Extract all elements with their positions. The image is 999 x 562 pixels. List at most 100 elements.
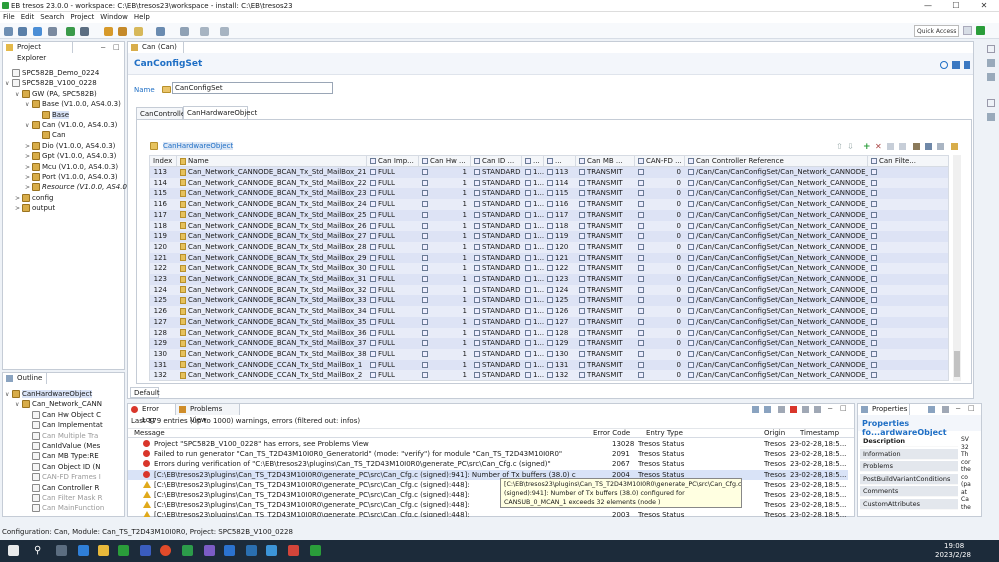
table-cell[interactable]: STANDARD (471, 360, 522, 371)
import-log-icon[interactable] (764, 406, 771, 413)
tree-item[interactable]: Can (35, 130, 66, 140)
table-cell[interactable]: 125 (544, 295, 576, 306)
minimize-view-icon-2[interactable]: ─ (828, 405, 832, 413)
twisty-icon[interactable]: ∨ (15, 400, 22, 410)
table-cell[interactable] (871, 167, 948, 178)
build-icon[interactable] (80, 27, 89, 36)
table-cell[interactable]: TRANSMIT (576, 253, 635, 264)
table-cell[interactable]: /Can/Can/CanConfigSet/Can_Network_CANNOD… (685, 188, 868, 199)
table-cell[interactable]: 1 (419, 370, 471, 380)
table-cell[interactable]: 1 (419, 306, 471, 317)
maximize-view-icon-2[interactable]: □ (840, 404, 847, 412)
table-cell[interactable]: /Can/Can/CanConfigSet/Can_Network_CANNOD… (685, 338, 868, 349)
table-cell[interactable]: 114 (150, 178, 177, 189)
table-cell[interactable]: 0 (635, 274, 685, 285)
table-scrollbar[interactable] (953, 155, 961, 381)
table-cell[interactable]: 1 (419, 242, 471, 253)
table-cell[interactable]: Can_Network_CANNODE_BCAN_Tx_Std_MailBox_… (177, 221, 367, 232)
add-icon[interactable]: + (863, 142, 871, 152)
tree-item[interactable]: > Resource (V1.0.0, AS4.0.3) (25, 182, 136, 192)
log-row[interactable]: Project "SPC582B_V100_0228" has errors, … (128, 439, 848, 449)
table-row[interactable]: 127 Can_Network_CANNODE_BCAN_Tx_Std_MailB… (150, 316, 948, 328)
table-cell[interactable]: Can_Network_CANNODE_BCAN_Tx_Std_MailBox_… (177, 199, 367, 210)
table-cell[interactable]: FULL (367, 263, 419, 274)
table-cell[interactable]: STANDARD (471, 349, 522, 360)
table-cell[interactable]: 1 (419, 199, 471, 210)
table-cell[interactable]: TRANSMIT (576, 285, 635, 296)
table-cell[interactable]: Can_Network_CANNODE_BCAN_Tx_Std_MailBox_… (177, 178, 367, 189)
table-cell[interactable]: FULL (367, 349, 419, 360)
table-cell[interactable]: TRANSMIT (576, 349, 635, 360)
table-cell[interactable]: 1... (522, 210, 544, 221)
word-icon[interactable] (224, 545, 235, 556)
table-cell[interactable]: TRANSMIT (576, 231, 635, 242)
table-row[interactable]: 128 Can_Network_CANNODE_BCAN_Tx_Std_MailB… (150, 327, 948, 339)
home-icon[interactable] (952, 61, 960, 69)
table-cell[interactable]: 1... (522, 231, 544, 242)
globe-icon[interactable] (33, 27, 42, 36)
twisty-icon[interactable]: ∨ (25, 100, 32, 110)
table-cell[interactable]: 0 (635, 210, 685, 221)
table-cell[interactable]: 0 (635, 221, 685, 232)
table-cell[interactable]: Can_Network_CANNODE_BCAN_Tx_Std_MailBox_… (177, 274, 367, 285)
table-cell[interactable]: 1 (419, 317, 471, 328)
export-icon[interactable] (951, 143, 958, 150)
log-row[interactable]: Errors during verification of "C:\EB\tre… (128, 459, 848, 469)
table-cell[interactable]: STANDARD (471, 210, 522, 221)
help-icon[interactable] (940, 61, 948, 69)
twisty-icon[interactable]: ∨ (25, 121, 32, 131)
table-cell[interactable]: STANDARD (471, 221, 522, 232)
table-cell[interactable]: TRANSMIT (576, 317, 635, 328)
col-7[interactable]: ... (544, 156, 576, 167)
table-cell[interactable]: FULL (367, 210, 419, 221)
table-cell[interactable] (871, 178, 948, 189)
outline-item[interactable]: Can Controller R (25, 483, 99, 493)
move-up-icon[interactable]: ⇧ (836, 142, 843, 151)
minimize-view-icon-3[interactable]: ─ (956, 405, 960, 413)
outline-item[interactable]: CanIdValue (Mes (25, 441, 100, 451)
col-index[interactable]: Index (150, 156, 177, 167)
save-icon[interactable] (18, 27, 27, 36)
table-cell[interactable]: FULL (367, 370, 419, 380)
tree-item[interactable]: > config (15, 193, 53, 203)
table-cell[interactable]: Can_Network_CANNODE_BCAN_Tx_Std_MailBox_… (177, 349, 367, 360)
table-cell[interactable]: STANDARD (471, 263, 522, 274)
table-cell[interactable]: 1... (522, 295, 544, 306)
clear-log-icon[interactable] (790, 406, 797, 413)
perspective-icon[interactable] (963, 26, 972, 35)
table-cell[interactable]: 0 (635, 306, 685, 317)
table-cell[interactable]: /Can/Can/CanConfigSet/Can_Network_CANNOD… (685, 285, 868, 296)
table-cell[interactable]: FULL (367, 360, 419, 371)
property-section-tab[interactable]: PostBuildVariantConditions (860, 473, 958, 485)
table-cell[interactable]: 0 (635, 360, 685, 371)
table-cell[interactable]: 127 (150, 317, 177, 328)
table-cell[interactable]: 118 (544, 221, 576, 232)
table-cell[interactable]: 1... (522, 188, 544, 199)
table-cell[interactable]: Can_Network_CANNODE_BCAN_Tx_Std_MailBox_… (177, 328, 367, 339)
table-cell[interactable]: Can_Network_CANNODE_BCAN_Tx_Std_MailBox_… (177, 306, 367, 317)
table-row[interactable]: 123 Can_Network_CANNODE_BCAN_Tx_Std_MailB… (150, 274, 948, 285)
table-cell[interactable]: Can_Network_CANNODE_BCAN_Tx_Std_MailBox_… (177, 263, 367, 274)
table-cell[interactable]: 132 (150, 370, 177, 380)
chrome-icon[interactable] (160, 545, 171, 556)
table-cell[interactable]: 122 (544, 263, 576, 274)
table-cell[interactable]: 0 (635, 231, 685, 242)
table-cell[interactable]: 1 (419, 295, 471, 306)
table-cell[interactable]: 1... (522, 338, 544, 349)
table-cell[interactable]: FULL (367, 285, 419, 296)
table-cell[interactable]: 1... (522, 253, 544, 264)
table-cell[interactable]: 113 (544, 167, 576, 178)
outline-item[interactable]: Can Multiple Tra (25, 431, 98, 441)
table-cell[interactable]: FULL (367, 167, 419, 178)
outline-item[interactable]: ∨ Can_Network_CANN (15, 399, 102, 409)
table-cell[interactable]: TRANSMIT (576, 242, 635, 253)
print-icon[interactable] (48, 27, 57, 36)
table-cell[interactable]: 1 (419, 360, 471, 371)
table-cell[interactable]: /Can/Can/CanConfigSet/Can_Network_CANNOD… (685, 295, 868, 306)
outline-item[interactable]: Can MainFunction (25, 503, 104, 513)
app-red-icon[interactable] (288, 545, 299, 556)
tresos-perspective-icon[interactable] (976, 26, 985, 35)
table-cell[interactable]: 0 (635, 370, 685, 380)
app-blue2-icon[interactable] (246, 545, 257, 556)
project-explorer-tab[interactable]: Project Explorer (3, 42, 73, 62)
